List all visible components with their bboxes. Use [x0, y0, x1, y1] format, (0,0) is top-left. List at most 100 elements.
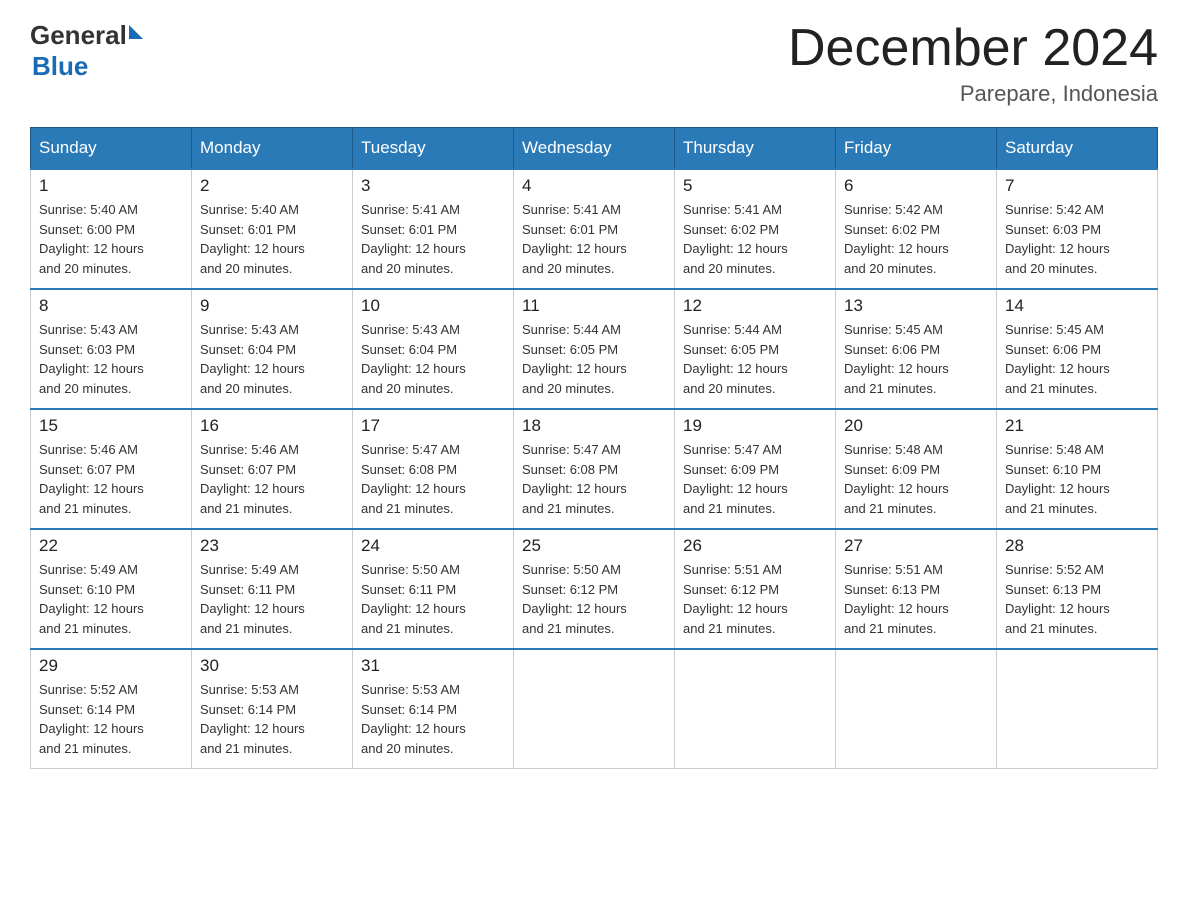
day-info: Sunrise: 5:47 AMSunset: 6:08 PMDaylight:…	[522, 440, 666, 518]
day-info: Sunrise: 5:44 AMSunset: 6:05 PMDaylight:…	[522, 320, 666, 398]
day-number: 17	[361, 416, 505, 436]
calendar-cell: 30 Sunrise: 5:53 AMSunset: 6:14 PMDayligh…	[192, 649, 353, 769]
header-saturday: Saturday	[997, 128, 1158, 170]
day-info: Sunrise: 5:40 AMSunset: 6:01 PMDaylight:…	[200, 200, 344, 278]
calendar-cell: 13Sunrise: 5:45 AMSunset: 6:06 PMDayligh…	[836, 289, 997, 409]
calendar-cell: 29 Sunrise: 5:52 AMSunset: 6:14 PMDayligh…	[31, 649, 192, 769]
day-number: 1	[39, 176, 183, 196]
calendar-cell: 26 Sunrise: 5:51 AMSunset: 6:12 PMDayligh…	[675, 529, 836, 649]
calendar-cell	[997, 649, 1158, 769]
calendar-cell: 25Sunrise: 5:50 AMSunset: 6:12 PMDayligh…	[514, 529, 675, 649]
calendar-cell: 2 Sunrise: 5:40 AMSunset: 6:01 PMDaylight…	[192, 169, 353, 289]
day-number: 19	[683, 416, 827, 436]
day-info: Sunrise: 5:45 AMSunset: 6:06 PMDaylight:…	[1005, 320, 1149, 398]
day-info: Sunrise: 5:40 AMSunset: 6:00 PMDaylight:…	[39, 200, 183, 278]
day-number: 7	[1005, 176, 1149, 196]
day-number: 20	[844, 416, 988, 436]
calendar-week-4: 22Sunrise: 5:49 AMSunset: 6:10 PMDayligh…	[31, 529, 1158, 649]
calendar-week-1: 1 Sunrise: 5:40 AMSunset: 6:00 PMDaylight…	[31, 169, 1158, 289]
day-info: Sunrise: 5:51 AMSunset: 6:12 PMDaylight:…	[683, 560, 827, 638]
day-info: Sunrise: 5:49 AMSunset: 6:11 PMDaylight:…	[200, 560, 344, 638]
day-info: Sunrise: 5:44 AMSunset: 6:05 PMDaylight:…	[683, 320, 827, 398]
day-number: 14	[1005, 296, 1149, 316]
day-number: 21	[1005, 416, 1149, 436]
day-number: 27	[844, 536, 988, 556]
day-number: 4	[522, 176, 666, 196]
day-info: Sunrise: 5:53 AMSunset: 6:14 PMDaylight:…	[200, 680, 344, 758]
calendar-cell: 18Sunrise: 5:47 AMSunset: 6:08 PMDayligh…	[514, 409, 675, 529]
header-thursday: Thursday	[675, 128, 836, 170]
logo-triangle-icon	[129, 25, 143, 39]
day-info: Sunrise: 5:53 AMSunset: 6:14 PMDaylight:…	[361, 680, 505, 758]
calendar-cell: 6Sunrise: 5:42 AMSunset: 6:02 PMDaylight…	[836, 169, 997, 289]
calendar-cell: 14 Sunrise: 5:45 AMSunset: 6:06 PMDayligh…	[997, 289, 1158, 409]
day-number: 30	[200, 656, 344, 676]
day-info: Sunrise: 5:52 AMSunset: 6:14 PMDaylight:…	[39, 680, 183, 758]
day-number: 6	[844, 176, 988, 196]
header-tuesday: Tuesday	[353, 128, 514, 170]
day-info: Sunrise: 5:47 AMSunset: 6:08 PMDaylight:…	[361, 440, 505, 518]
header-monday: Monday	[192, 128, 353, 170]
day-number: 5	[683, 176, 827, 196]
calendar-cell: 31 Sunrise: 5:53 AMSunset: 6:14 PMDayligh…	[353, 649, 514, 769]
day-info: Sunrise: 5:43 AMSunset: 6:03 PMDaylight:…	[39, 320, 183, 398]
day-number: 11	[522, 296, 666, 316]
day-number: 29	[39, 656, 183, 676]
calendar-cell: 9 Sunrise: 5:43 AMSunset: 6:04 PMDaylight…	[192, 289, 353, 409]
day-number: 15	[39, 416, 183, 436]
day-number: 24	[361, 536, 505, 556]
day-info: Sunrise: 5:43 AMSunset: 6:04 PMDaylight:…	[200, 320, 344, 398]
page-header: General Blue December 2024 Parepare, Ind…	[30, 20, 1158, 107]
calendar-title: December 2024	[788, 20, 1158, 77]
day-info: Sunrise: 5:41 AMSunset: 6:01 PMDaylight:…	[522, 200, 666, 278]
day-info: Sunrise: 5:52 AMSunset: 6:13 PMDaylight:…	[1005, 560, 1149, 638]
calendar-week-3: 15 Sunrise: 5:46 AMSunset: 6:07 PMDayligh…	[31, 409, 1158, 529]
day-info: Sunrise: 5:42 AMSunset: 6:03 PMDaylight:…	[1005, 200, 1149, 278]
day-info: Sunrise: 5:46 AMSunset: 6:07 PMDaylight:…	[39, 440, 183, 518]
day-number: 8	[39, 296, 183, 316]
day-number: 13	[844, 296, 988, 316]
day-info: Sunrise: 5:49 AMSunset: 6:10 PMDaylight:…	[39, 560, 183, 638]
day-number: 10	[361, 296, 505, 316]
calendar-cell: 8 Sunrise: 5:43 AMSunset: 6:03 PMDaylight…	[31, 289, 192, 409]
calendar-cell: 12Sunrise: 5:44 AMSunset: 6:05 PMDayligh…	[675, 289, 836, 409]
calendar-cell: 15 Sunrise: 5:46 AMSunset: 6:07 PMDayligh…	[31, 409, 192, 529]
calendar-cell: 16Sunrise: 5:46 AMSunset: 6:07 PMDayligh…	[192, 409, 353, 529]
calendar-cell: 24 Sunrise: 5:50 AMSunset: 6:11 PMDayligh…	[353, 529, 514, 649]
day-info: Sunrise: 5:47 AMSunset: 6:09 PMDaylight:…	[683, 440, 827, 518]
calendar-cell: 20Sunrise: 5:48 AMSunset: 6:09 PMDayligh…	[836, 409, 997, 529]
day-number: 3	[361, 176, 505, 196]
day-number: 26	[683, 536, 827, 556]
calendar-cell	[514, 649, 675, 769]
day-info: Sunrise: 5:51 AMSunset: 6:13 PMDaylight:…	[844, 560, 988, 638]
calendar-cell: 27 Sunrise: 5:51 AMSunset: 6:13 PMDayligh…	[836, 529, 997, 649]
logo-blue-text: Blue	[32, 51, 143, 82]
header-friday: Friday	[836, 128, 997, 170]
calendar-cell: 28Sunrise: 5:52 AMSunset: 6:13 PMDayligh…	[997, 529, 1158, 649]
day-info: Sunrise: 5:48 AMSunset: 6:10 PMDaylight:…	[1005, 440, 1149, 518]
calendar-cell: 7 Sunrise: 5:42 AMSunset: 6:03 PMDaylight…	[997, 169, 1158, 289]
logo-general-text: General	[30, 20, 127, 51]
calendar-table: SundayMondayTuesdayWednesdayThursdayFrid…	[30, 127, 1158, 769]
day-number: 2	[200, 176, 344, 196]
calendar-cell: 19 Sunrise: 5:47 AMSunset: 6:09 PMDayligh…	[675, 409, 836, 529]
calendar-cell: 3 Sunrise: 5:41 AMSunset: 6:01 PMDaylight…	[353, 169, 514, 289]
day-info: Sunrise: 5:46 AMSunset: 6:07 PMDaylight:…	[200, 440, 344, 518]
day-info: Sunrise: 5:41 AMSunset: 6:01 PMDaylight:…	[361, 200, 505, 278]
calendar-subtitle: Parepare, Indonesia	[788, 81, 1158, 107]
day-info: Sunrise: 5:50 AMSunset: 6:11 PMDaylight:…	[361, 560, 505, 638]
calendar-week-2: 8 Sunrise: 5:43 AMSunset: 6:03 PMDaylight…	[31, 289, 1158, 409]
calendar-cell: 10 Sunrise: 5:43 AMSunset: 6:04 PMDayligh…	[353, 289, 514, 409]
day-info: Sunrise: 5:43 AMSunset: 6:04 PMDaylight:…	[361, 320, 505, 398]
header-sunday: Sunday	[31, 128, 192, 170]
day-number: 31	[361, 656, 505, 676]
day-number: 9	[200, 296, 344, 316]
calendar-cell: 1 Sunrise: 5:40 AMSunset: 6:00 PMDaylight…	[31, 169, 192, 289]
day-info: Sunrise: 5:50 AMSunset: 6:12 PMDaylight:…	[522, 560, 666, 638]
calendar-header-row: SundayMondayTuesdayWednesdayThursdayFrid…	[31, 128, 1158, 170]
calendar-cell: 4 Sunrise: 5:41 AMSunset: 6:01 PMDaylight…	[514, 169, 675, 289]
calendar-week-5: 29 Sunrise: 5:52 AMSunset: 6:14 PMDayligh…	[31, 649, 1158, 769]
calendar-cell: 17 Sunrise: 5:47 AMSunset: 6:08 PMDayligh…	[353, 409, 514, 529]
calendar-cell	[675, 649, 836, 769]
logo: General Blue	[30, 20, 143, 82]
